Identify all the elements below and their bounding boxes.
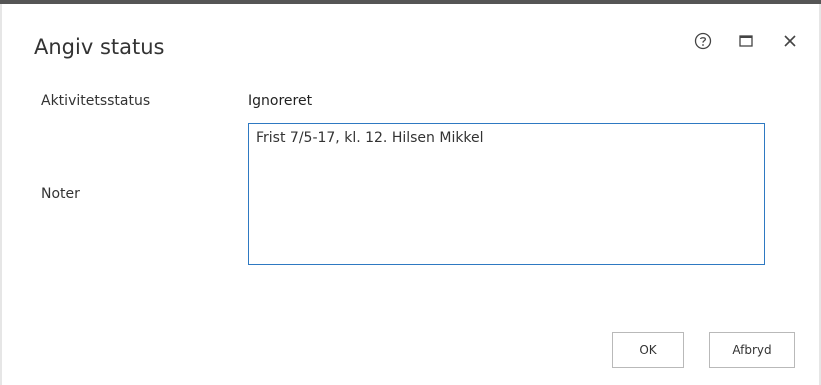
notes-label: Noter [41, 186, 80, 202]
help-icon[interactable] [692, 30, 714, 52]
status-value: Ignoreret [248, 93, 313, 109]
top-border [0, 0, 821, 4]
maximize-icon[interactable] [735, 30, 757, 52]
close-icon-glyph [784, 35, 796, 47]
ok-button[interactable]: OK [612, 332, 684, 368]
maximize-icon-glyph [739, 35, 753, 47]
close-icon[interactable] [779, 30, 801, 52]
dialog: Angiv status Aktivitetsstatus Ignoreret … [0, 0, 821, 385]
cancel-button[interactable]: Afbryd [709, 332, 795, 368]
left-border [0, 4, 2, 385]
status-label: Aktivitetsstatus [41, 93, 151, 109]
help-icon-glyph [694, 32, 712, 50]
dialog-title: Angiv status [34, 35, 165, 59]
notes-textarea[interactable]: Frist 7/5-17, kl. 12. Hilsen Mikkel [248, 123, 765, 265]
